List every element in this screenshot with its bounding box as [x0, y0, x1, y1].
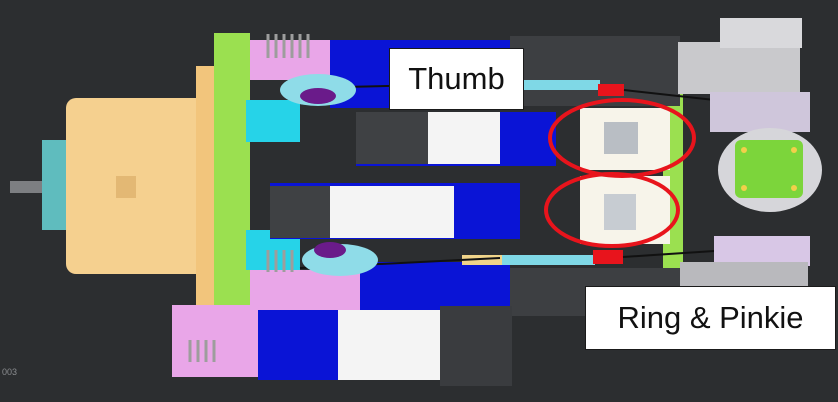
actuator-lower: [258, 310, 348, 380]
bracket-lower-left: [172, 305, 262, 377]
circuit-board-icon: [718, 128, 822, 212]
right-housing-top: [678, 42, 800, 94]
right-clip: [720, 18, 802, 48]
rod-thumb-tip: [598, 84, 624, 96]
rod-ring-tip: [593, 250, 623, 264]
cable-lines: [299, 82, 761, 269]
cyan-housing-top: [246, 100, 300, 142]
steel-cylinder-3: [338, 310, 440, 380]
motor-icon: [10, 66, 218, 306]
actuator-bottom: [360, 262, 510, 310]
rod-thumb: [520, 80, 600, 90]
bracket-bottom: [250, 270, 360, 310]
right-ring: [710, 92, 810, 132]
dark-cylinder-2: [356, 112, 428, 164]
ring-pinkie-callout: Ring & Pinkie: [585, 286, 836, 350]
right-ring-lower: [714, 236, 810, 266]
dark-cylinder-3: [270, 186, 330, 238]
frame-number: 003: [2, 367, 18, 377]
dark-cylinder-1: [510, 36, 680, 106]
dark-cylinder-5: [440, 306, 512, 386]
thumb-callout: Thumb: [389, 48, 524, 110]
mount-plate-left: [214, 33, 250, 311]
rod-ring: [500, 255, 595, 265]
steel-cylinder-1: [428, 112, 500, 164]
steel-cylinder-2: [330, 186, 454, 238]
